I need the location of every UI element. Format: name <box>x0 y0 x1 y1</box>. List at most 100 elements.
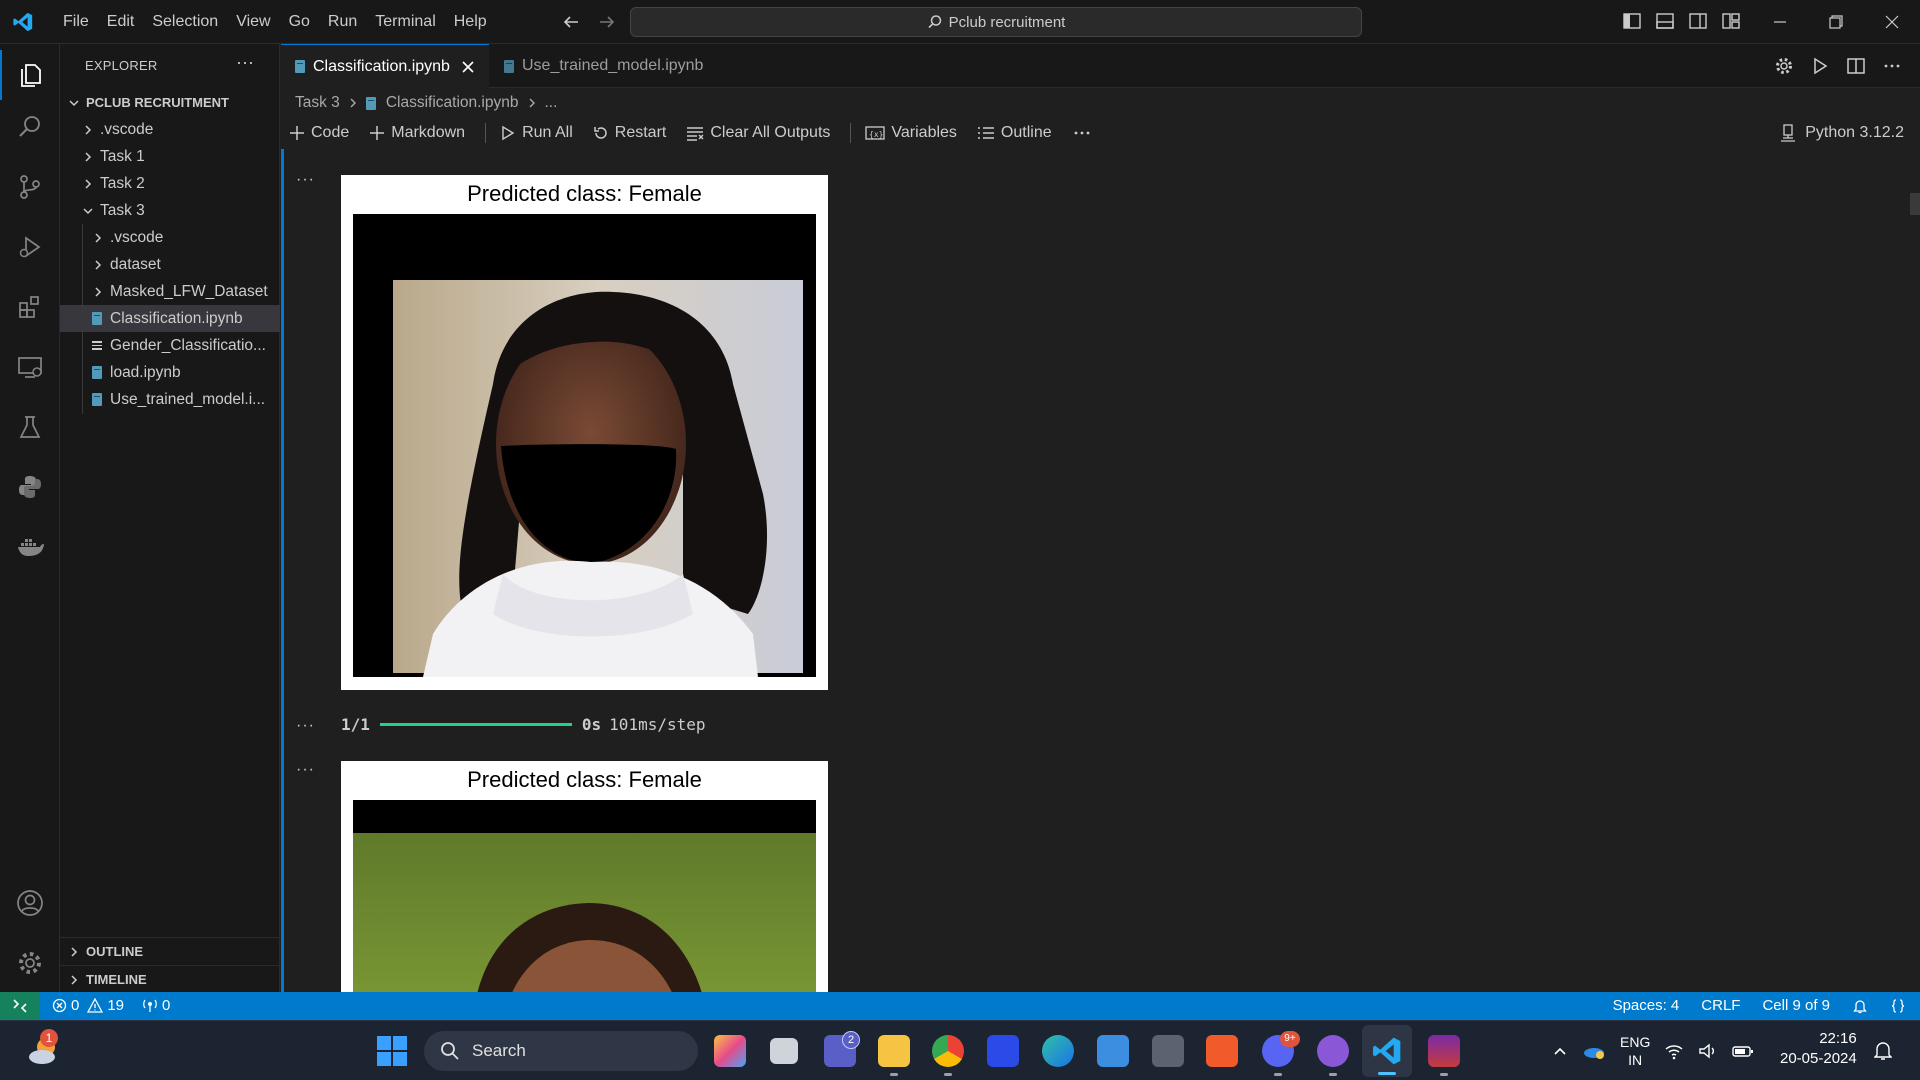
clock[interactable]: 22:16 20-05-2024 <box>1780 1029 1857 1069</box>
activity-accounts[interactable] <box>0 878 60 928</box>
menu-file[interactable]: File <box>54 0 98 44</box>
vscode-taskbar-button[interactable] <box>1362 1025 1412 1077</box>
more-icon[interactable] <box>1882 56 1902 76</box>
menu-view[interactable]: View <box>227 0 279 44</box>
more-actions-icon[interactable]: ··· <box>236 52 254 73</box>
battery-icon[interactable] <box>1732 1042 1754 1060</box>
menu-edit[interactable]: Edit <box>98 0 144 44</box>
breadcrumb-folder[interactable]: Task 3 <box>295 94 340 112</box>
activity-extensions[interactable] <box>0 282 60 332</box>
chevron-up-icon[interactable] <box>1552 1043 1568 1059</box>
tree-item-load[interactable]: load.ipynb <box>60 359 280 386</box>
close-button[interactable] <box>1864 0 1920 44</box>
volume-icon[interactable] <box>1698 1042 1718 1060</box>
restart-button[interactable]: Restart <box>593 124 666 142</box>
store-icon[interactable] <box>1097 1035 1129 1067</box>
chrome-icon[interactable] <box>932 1035 964 1067</box>
close-icon[interactable] <box>462 60 474 73</box>
run-all-button[interactable]: Run All <box>500 124 573 142</box>
customize-layout-icon[interactable] <box>1721 11 1741 31</box>
kernel-picker[interactable]: Python 3.12.2 <box>1779 124 1904 142</box>
brave-icon[interactable] <box>1206 1035 1238 1067</box>
menu-selection[interactable]: Selection <box>143 0 227 44</box>
menu-help[interactable]: Help <box>445 0 496 44</box>
run-icon[interactable] <box>1810 56 1830 76</box>
toolbar-more-button[interactable] <box>1072 125 1092 141</box>
winrar-icon[interactable] <box>1428 1035 1460 1067</box>
tree-item-vscode[interactable]: .vscode <box>60 116 280 143</box>
minimize-button[interactable] <box>1752 0 1808 44</box>
add-code-label: Code <box>311 124 350 141</box>
menu-run[interactable]: Run <box>319 0 366 44</box>
tree-item-task3[interactable]: Task 3 <box>60 197 280 224</box>
file-explorer-icon[interactable] <box>878 1035 910 1067</box>
back-arrow-icon[interactable] <box>560 11 582 33</box>
tree-item-gender-classification[interactable]: Gender_Classificatio... <box>60 332 280 359</box>
github-desktop-icon[interactable] <box>1317 1035 1349 1067</box>
bell-icon[interactable] <box>1852 998 1868 1014</box>
split-editor-icon[interactable] <box>1846 56 1866 76</box>
output-more-icon[interactable]: ··· <box>296 761 315 779</box>
tree-item-task3-vscode[interactable]: .vscode <box>60 224 280 251</box>
tab-classification[interactable]: Classification.ipynb <box>281 44 489 88</box>
activity-source-control[interactable] <box>0 162 60 212</box>
outline-button[interactable]: Outline <box>977 124 1052 142</box>
weather-widget[interactable]: 1 <box>26 1029 62 1074</box>
activity-search[interactable] <box>0 102 60 152</box>
activity-testing[interactable] <box>0 402 60 452</box>
cube-app-icon[interactable] <box>1152 1035 1184 1067</box>
outline-section[interactable]: OUTLINE <box>60 937 280 965</box>
tree-item-task2[interactable]: Task 2 <box>60 170 280 197</box>
gear-icon[interactable] <box>1774 56 1794 76</box>
cell-indicator[interactable]: Cell 9 of 9 <box>1762 997 1830 1014</box>
add-markdown-cell-button[interactable]: Markdown <box>369 124 465 142</box>
output-more-icon[interactable]: ··· <box>296 171 315 189</box>
braces-icon[interactable] <box>1890 998 1906 1014</box>
workspace-root[interactable]: PCLUB RECRUITMENT <box>60 89 280 116</box>
indentation-indicator[interactable]: Spaces: 4 <box>1613 997 1680 1014</box>
timeline-section[interactable]: TIMELINE <box>60 965 280 993</box>
tree-item-task1[interactable]: Task 1 <box>60 143 280 170</box>
copilot-app-icon[interactable] <box>714 1035 746 1067</box>
notification-bell-icon[interactable] <box>1874 1041 1892 1061</box>
onedrive-icon[interactable] <box>1582 1042 1606 1060</box>
tree-item-dataset[interactable]: dataset <box>60 251 280 278</box>
problems-indicator[interactable]: 0 19 <box>52 997 124 1014</box>
eol-indicator[interactable]: CRLF <box>1701 997 1740 1014</box>
scrollbar-thumb[interactable] <box>1910 193 1920 215</box>
breadcrumb-file[interactable]: Classification.ipynb <box>386 94 519 112</box>
activity-manage[interactable] <box>0 938 60 988</box>
ports-indicator[interactable]: 0 <box>142 997 170 1014</box>
toggle-panel-icon[interactable] <box>1655 11 1675 31</box>
wifi-icon[interactable] <box>1664 1042 1684 1060</box>
language-indicator[interactable]: ENG IN <box>1620 1033 1650 1069</box>
task-view-icon[interactable] <box>770 1038 798 1064</box>
variables-button[interactable]: {x} Variables <box>865 124 957 142</box>
pen-app-icon[interactable] <box>987 1035 1019 1067</box>
tree-item-use-trained-model[interactable]: Use_trained_model.i... <box>60 386 280 413</box>
clear-outputs-button[interactable]: Clear All Outputs <box>686 124 830 142</box>
remote-indicator-button[interactable] <box>0 992 40 1020</box>
edge-icon[interactable] <box>1042 1035 1074 1067</box>
toggle-primary-sidebar-icon[interactable] <box>1622 11 1642 31</box>
menu-go[interactable]: Go <box>280 0 319 44</box>
tree-item-classification[interactable]: Classification.ipynb <box>60 305 280 332</box>
restore-button[interactable] <box>1808 0 1864 44</box>
activity-docker[interactable] <box>0 522 60 572</box>
activity-explorer[interactable] <box>0 50 60 100</box>
tab-use-trained-model[interactable]: Use_trained_model.ipynb <box>490 44 720 88</box>
activity-remote-explorer[interactable] <box>0 342 60 392</box>
toggle-secondary-sidebar-icon[interactable] <box>1688 11 1708 31</box>
activity-python[interactable] <box>0 462 60 512</box>
tree-item-masked-lfw[interactable]: Masked_LFW_Dataset <box>60 278 280 305</box>
activity-run-debug[interactable] <box>0 222 60 272</box>
add-code-cell-button[interactable]: Code <box>289 124 349 142</box>
command-center-search[interactable]: Pclub recruitment <box>630 7 1362 37</box>
forward-arrow-icon[interactable] <box>596 11 618 33</box>
menu-terminal[interactable]: Terminal <box>366 0 444 44</box>
start-button[interactable] <box>376 1035 408 1072</box>
remote-explorer-icon <box>18 357 42 378</box>
taskbar-search[interactable]: Search <box>424 1031 698 1071</box>
breadcrumb-more[interactable]: ... <box>545 94 558 112</box>
output-more-icon[interactable]: ··· <box>296 717 315 735</box>
